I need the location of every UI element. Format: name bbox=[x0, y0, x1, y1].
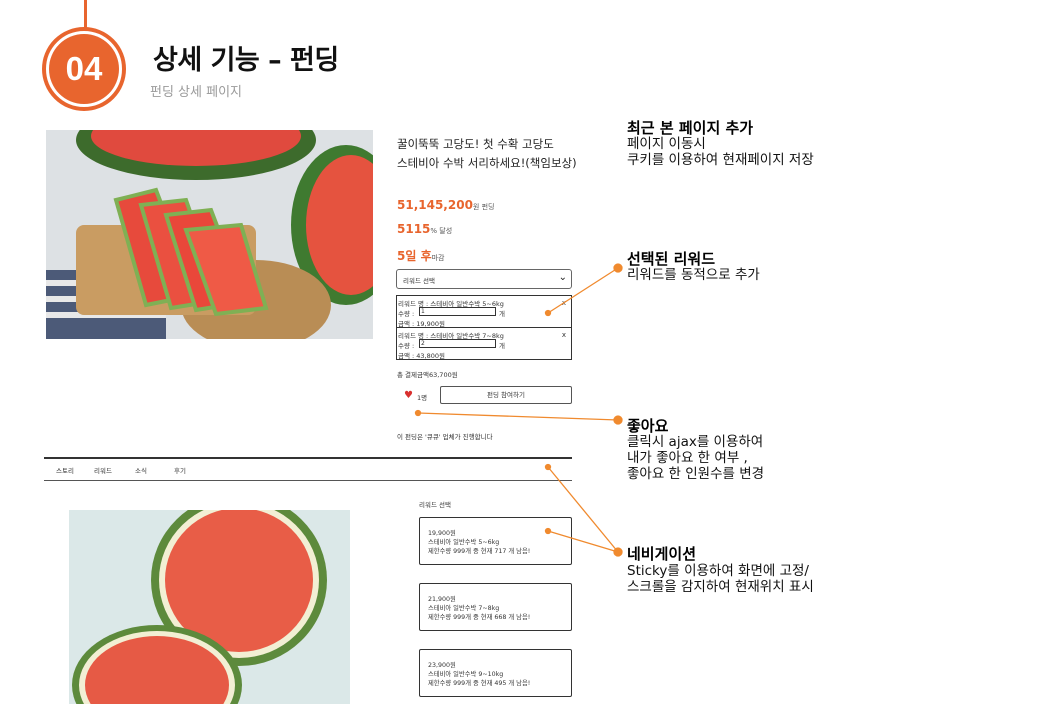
annotation-line: 내가 좋아요 한 여부 , bbox=[627, 450, 748, 466]
annotation-description: Sticky를 이용하여 화면에 고정/ 스크롤을 감지하여 현재위치 표시 bbox=[627, 563, 814, 595]
annotation-line: 클릭시 ajax를 이용하여 bbox=[627, 434, 764, 450]
annotation-line: 리워드를 동적으로 추가 bbox=[627, 267, 760, 283]
annotation-title: 네비게이션 bbox=[627, 545, 697, 563]
annotation-line: 좋아요 한 인원수를 변경 bbox=[627, 466, 765, 482]
annotation-line: 페이지 이동시 bbox=[627, 136, 706, 152]
annotation-title: 선택된 리워드 bbox=[627, 250, 716, 268]
annotation-line: 스크롤을 감지하여 현재위치 표시 bbox=[627, 579, 814, 595]
annotation-line: 쿠키를 이용하여 현재페이지 저장 bbox=[627, 152, 814, 168]
annotation-line: Sticky를 이용하여 화면에 고정/ bbox=[627, 563, 809, 579]
annotation-connectors bbox=[414, 263, 623, 557]
annotation-description: 페이지 이동시 쿠키를 이용하여 현재페이지 저장 bbox=[627, 136, 814, 168]
annotation-description: 클릭시 ajax를 이용하여 내가 좋아요 한 여부 , 좋아요 한 인원수를 … bbox=[627, 434, 764, 482]
annotation-title: 좋아요 bbox=[627, 417, 669, 435]
annotation-title: 최근 본 페이지 추가 bbox=[627, 119, 754, 137]
annotation-description: 리워드를 동적으로 추가 bbox=[627, 267, 760, 283]
